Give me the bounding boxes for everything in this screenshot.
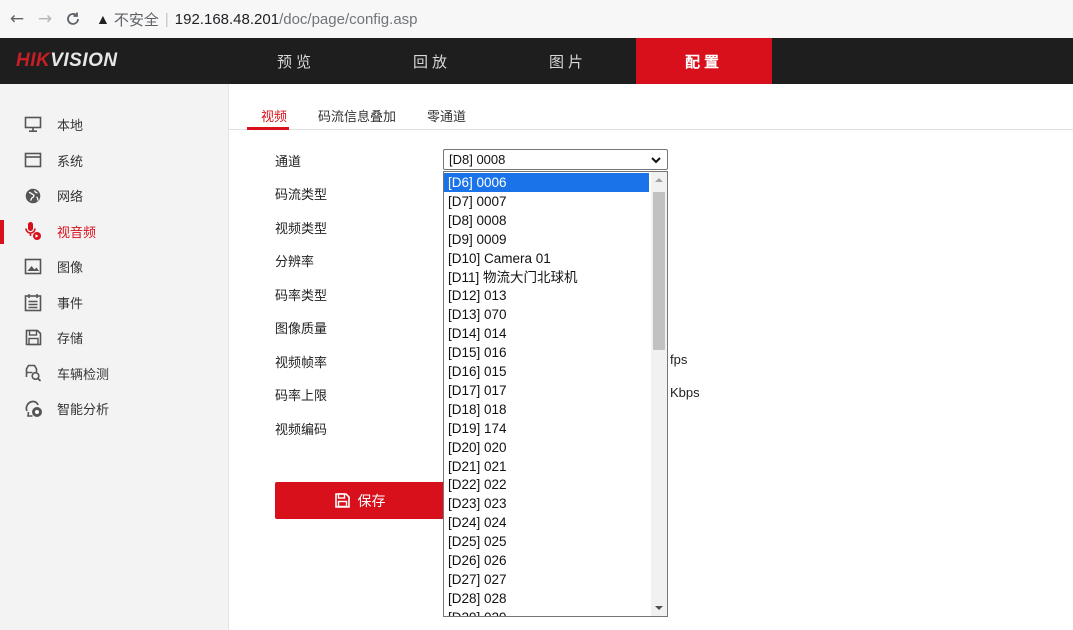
dropdown-option[interactable]: [D12] 013 (444, 286, 649, 305)
scroll-up-icon[interactable] (655, 176, 663, 184)
hikvision-logo: HIKVISION (16, 50, 118, 71)
active-tab-underline (247, 127, 289, 130)
bitrate-unit: Kbps (670, 385, 700, 400)
dropdown-option[interactable]: [D19] 174 (444, 419, 649, 438)
browser-toolbar: ← → ▲ 不安全 | 192.168.48.201 /doc/page/con… (0, 0, 1073, 38)
scrollbar-thumb[interactable] (653, 192, 665, 350)
window-icon (23, 150, 43, 170)
sidebar-item-event[interactable]: 事件 (0, 285, 228, 321)
sidebar-item-label: 车辆检测 (57, 367, 110, 383)
chevron-down-icon (651, 157, 661, 164)
dropdown-option[interactable]: [D14] 014 (444, 324, 649, 343)
calendar-icon (23, 292, 43, 312)
monitor-icon (23, 115, 43, 135)
sidebar-item-label: 网络 (57, 190, 84, 206)
sidebar-item-network[interactable]: 网络 (0, 178, 228, 214)
sidebar-item-smart-analysis[interactable]: 智能分析 (0, 391, 228, 427)
dropdown-option[interactable]: [D21] 021 (444, 457, 649, 476)
floppy-disk-icon (23, 328, 43, 348)
floppy-disk-icon (334, 493, 350, 508)
sidebar-item-storage[interactable]: 存储 (0, 320, 228, 356)
tab-playback[interactable]: 回放 (364, 38, 500, 84)
address-bar[interactable]: ▲ 不安全 | 192.168.48.201 /doc/page/config.… (96, 9, 418, 30)
label-resolution: 分辨率 (275, 255, 315, 270)
dropdown-option[interactable]: [D17] 017 (444, 381, 649, 400)
dropdown-option[interactable]: [D28] 028 (444, 589, 649, 608)
dropdown-option[interactable]: [D6] 0006 (444, 173, 649, 192)
dropdown-option[interactable]: [D22] 022 (444, 475, 649, 494)
tab-stream-overlay[interactable]: 码流信息叠加 (318, 106, 396, 125)
dropdown-option[interactable]: [D26] 026 (444, 551, 649, 570)
top-navigation: HIKVISION 预览 回放 图片 配置 (0, 38, 1073, 84)
channel-select[interactable]: [D8] 0008 (443, 149, 668, 170)
back-button[interactable]: ← (6, 8, 28, 30)
dropdown-option[interactable]: [D16] 015 (444, 362, 649, 381)
channel-select-value: [D8] 0008 (449, 152, 506, 167)
sidebar-item-label: 智能分析 (57, 403, 110, 419)
smart-analysis-icon (23, 399, 43, 419)
dropdown-option[interactable]: [D8] 0008 (444, 211, 649, 230)
microphone-icon (23, 221, 43, 241)
reload-icon (67, 12, 79, 25)
tab-picture[interactable]: 图片 (500, 38, 636, 84)
label-max-bitrate: 码率上限 (275, 389, 328, 404)
dropdown-option[interactable]: [D7] 0007 (444, 192, 649, 211)
dropdown-option[interactable]: [D13] 070 (444, 305, 649, 324)
sidebar-item-label: 图像 (57, 261, 84, 277)
dropdown-option[interactable]: [D15] 016 (444, 343, 649, 362)
url-path: /doc/page/config.asp (279, 10, 418, 28)
forward-button[interactable]: → (34, 8, 56, 30)
dropdown-option[interactable]: [D27] 027 (444, 570, 649, 589)
dropdown-option[interactable]: [D11] 物流大门北球机 (444, 268, 649, 287)
sidebar-item-vehicle-detection[interactable]: 车辆检测 (0, 356, 228, 392)
label-bitrate-type: 码率类型 (275, 289, 328, 304)
tab-zero-channel[interactable]: 零通道 (427, 106, 466, 125)
dropdown-option[interactable]: [D9] 0009 (444, 230, 649, 249)
save-button-label: 保存 (357, 493, 386, 510)
globe-icon (23, 186, 43, 206)
label-stream-type: 码流类型 (275, 188, 328, 203)
sidebar-item-system[interactable]: 系统 (0, 143, 228, 179)
insecure-label: 不安全 (113, 11, 159, 29)
label-video-type: 视频类型 (275, 222, 328, 237)
sidebar-item-label: 存储 (57, 332, 84, 348)
label-image-quality: 图像质量 (275, 322, 328, 337)
dropdown-option[interactable]: [D20] 020 (444, 438, 649, 457)
dropdown-option[interactable]: [D18] 018 (444, 400, 649, 419)
tab-configuration[interactable]: 配置 (636, 38, 772, 84)
reload-button[interactable] (62, 8, 84, 30)
dropdown-option[interactable]: [D10] Camera 01 (444, 249, 649, 268)
label-video-encoding: 视频编码 (275, 423, 328, 438)
sidebar-item-label: 视音频 (57, 225, 97, 241)
arrow-left-icon: ← (9, 9, 25, 29)
image-icon (23, 257, 43, 277)
frame-rate-unit: fps (670, 352, 688, 367)
sidebar: 本地 系统 网络 视音频 图像 事件 存储 车辆检测 智能分析 (0, 84, 229, 630)
arrow-right-icon: → (37, 9, 53, 29)
tab-preview[interactable]: 预览 (228, 38, 364, 84)
sidebar-item-video-audio[interactable]: 视音频 (0, 214, 228, 250)
sidebar-item-label: 系统 (57, 154, 84, 170)
dropdown-option[interactable]: [D25] 025 (444, 532, 649, 551)
sidebar-item-label: 事件 (57, 296, 84, 312)
dropdown-option[interactable]: [D29] 029 (444, 608, 649, 616)
sub-tab-bar: 视频 码流信息叠加 零通道 (229, 84, 1073, 130)
vehicle-search-icon (23, 363, 43, 383)
main-content: 视频 码流信息叠加 零通道 通道 码流类型 视频类型 分辨率 码率类型 图像质量… (229, 84, 1073, 630)
address-separator: | (164, 10, 169, 28)
tab-video[interactable]: 视频 (261, 106, 287, 125)
save-button[interactable]: 保存 (275, 482, 445, 519)
dropdown-scrollbar[interactable] (651, 172, 667, 616)
sidebar-item-local[interactable]: 本地 (0, 107, 228, 143)
url-host: 192.168.48.201 (174, 10, 280, 28)
sidebar-item-label: 本地 (57, 119, 84, 135)
warning-triangle-icon: ▲ (96, 11, 110, 27)
label-channel: 通道 (275, 155, 302, 170)
scroll-down-icon[interactable] (655, 604, 663, 612)
sidebar-item-image[interactable]: 图像 (0, 249, 228, 285)
channel-dropdown-list[interactable]: [D29] 029[D28] 028[D27] 027[D26] 026[D25… (443, 171, 668, 617)
label-frame-rate: 视频帧率 (275, 356, 328, 371)
dropdown-option[interactable]: [D24] 024 (444, 513, 649, 532)
dropdown-option[interactable]: [D23] 023 (444, 494, 649, 513)
